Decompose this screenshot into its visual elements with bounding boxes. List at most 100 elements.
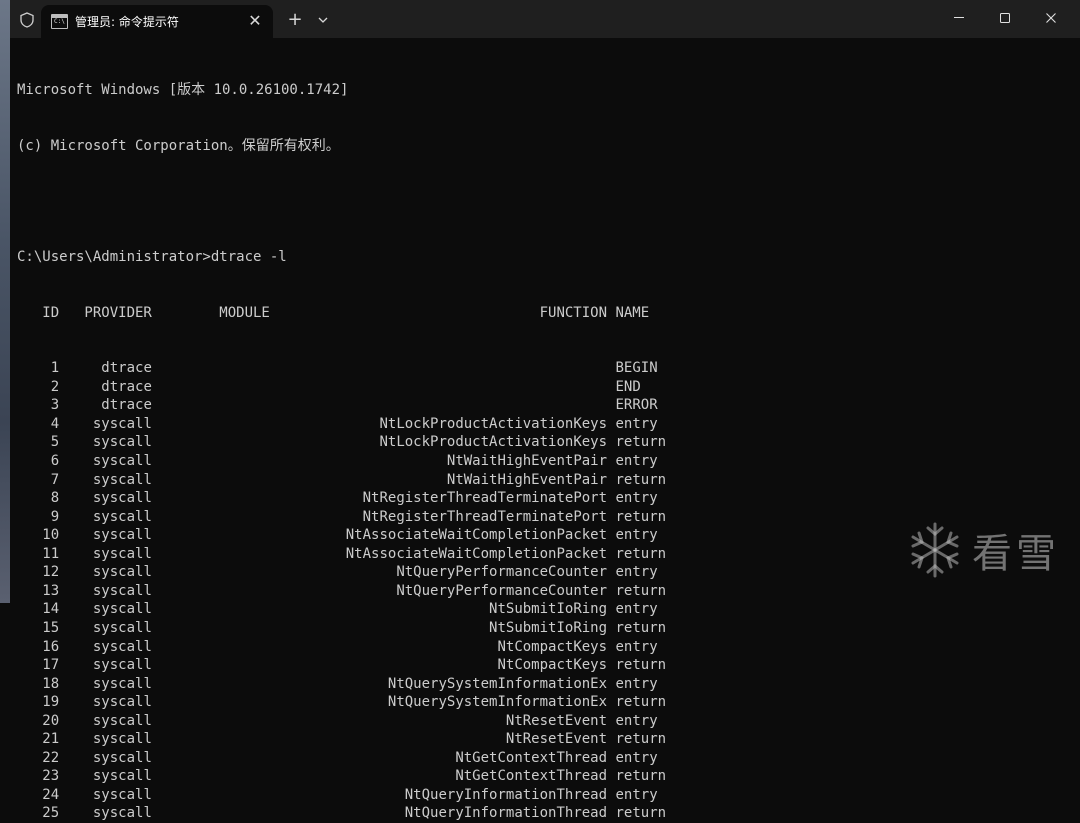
- probe-function: NtLockProductActivationKeys: [328, 434, 608, 451]
- probe-module: [152, 750, 329, 766]
- probe-name: return: [607, 434, 667, 451]
- probe-module: [152, 453, 329, 469]
- probe-module: [152, 731, 329, 747]
- command: dtrace -l: [210, 249, 287, 266]
- probe-provider: syscall: [59, 768, 152, 785]
- table-row: 7 syscall NtWaitHighEventPair return: [17, 471, 666, 490]
- probe-provider: syscall: [59, 712, 152, 729]
- probe-provider: syscall: [59, 545, 152, 562]
- probe-name: entry: [607, 453, 658, 470]
- probe-module: [152, 564, 329, 580]
- probe-module: [152, 694, 329, 710]
- probe-function: NtQueryPerformanceCounter: [328, 564, 608, 581]
- probe-id: 19: [17, 694, 60, 711]
- probe-provider: syscall: [59, 582, 152, 599]
- watermark: 看雪: [908, 519, 1078, 581]
- probe-id: 17: [17, 657, 60, 674]
- probe-provider: dtrace: [59, 378, 152, 395]
- probe-function: NtQuerySystemInformationEx: [328, 694, 608, 711]
- prompt: C:\Users\Administrator>: [17, 249, 211, 266]
- table-row: 20 syscall NtResetEvent entry: [17, 712, 666, 731]
- command-line: C:\Users\Administrator>dtrace -l: [17, 248, 666, 267]
- console-output[interactable]: Microsoft Windows [版本 10.0.26100.1742] (…: [17, 44, 666, 821]
- table-row: 14 syscall NtSubmitIoRing entry: [17, 600, 666, 619]
- probe-provider: syscall: [59, 508, 152, 525]
- probe-provider: dtrace: [59, 397, 152, 414]
- new-tab-button[interactable]: +: [284, 9, 306, 31]
- table-row: 18 syscall NtQuerySystemInformationEx en…: [17, 675, 666, 694]
- table-row: 16 syscall NtCompactKeys entry: [17, 638, 666, 657]
- probe-function: NtQuerySystemInformationEx: [328, 675, 608, 692]
- probe-name: entry: [607, 638, 658, 655]
- probe-name: entry: [607, 675, 658, 692]
- table-row: 3 dtrace ERROR: [17, 396, 666, 415]
- probe-module: [152, 805, 329, 821]
- probe-function: NtRegisterThreadTerminatePort: [328, 490, 608, 507]
- probe-provider: dtrace: [59, 360, 152, 377]
- table-row: 19 syscall NtQuerySystemInformationEx re…: [17, 693, 666, 712]
- probe-provider: syscall: [59, 657, 152, 674]
- close-tab-button[interactable]: ✕: [245, 11, 265, 31]
- probe-function: NtAssociateWaitCompletionPacket: [328, 527, 608, 544]
- probe-id: 4: [17, 415, 60, 432]
- close-window-button[interactable]: [1028, 0, 1074, 36]
- probe-provider: syscall: [59, 415, 152, 432]
- banner-line: Microsoft Windows [版本 10.0.26100.1742]: [17, 82, 349, 99]
- probe-provider: syscall: [59, 471, 152, 488]
- probe-name: ERROR: [607, 397, 658, 414]
- table-row: 1 dtrace BEGIN: [17, 359, 666, 378]
- probe-function: NtResetEvent: [328, 731, 608, 748]
- probe-function: NtLockProductActivationKeys: [328, 415, 608, 432]
- close-icon: [1046, 13, 1056, 23]
- probe-module: [152, 546, 329, 562]
- probe-id: 13: [17, 582, 60, 599]
- probe-provider: syscall: [59, 638, 152, 655]
- probe-name: return: [607, 657, 667, 674]
- probe-module: [152, 360, 329, 376]
- tab-command-prompt[interactable]: C:\ 管理员: 命令提示符 ✕: [41, 5, 273, 38]
- maximize-button[interactable]: [982, 0, 1028, 36]
- cmd-icon: C:\: [51, 14, 68, 29]
- tab-title: 管理员: 命令提示符: [75, 15, 179, 29]
- probe-module: [152, 490, 329, 506]
- probe-function: NtQueryInformationThread: [328, 786, 608, 803]
- probe-name: return: [607, 508, 667, 525]
- probe-provider: syscall: [59, 731, 152, 748]
- probe-module: [152, 379, 329, 395]
- probe-id: 22: [17, 749, 60, 766]
- probe-module: [152, 397, 329, 413]
- probe-function: NtQueryInformationThread: [328, 805, 608, 822]
- probe-id: 25: [17, 805, 60, 822]
- probe-module: [152, 620, 329, 636]
- probe-id: 24: [17, 786, 60, 803]
- probe-name: return: [607, 694, 667, 711]
- probe-provider: syscall: [59, 453, 152, 470]
- desktop-background: [0, 0, 10, 603]
- table-row: 6 syscall NtWaitHighEventPair entry: [17, 452, 666, 471]
- probe-id: 5: [17, 434, 60, 451]
- probe-id: 20: [17, 712, 60, 729]
- probe-provider: syscall: [59, 601, 152, 618]
- probe-provider: syscall: [59, 527, 152, 544]
- table-header: ID PROVIDER MODULE FUNCTION NAME: [17, 304, 650, 321]
- probe-name: entry: [607, 786, 658, 803]
- probe-provider: syscall: [59, 564, 152, 581]
- probe-function: NtGetContextThread: [328, 749, 608, 766]
- table-row: 23 syscall NtGetContextThread return: [17, 767, 666, 786]
- minimize-button[interactable]: [936, 0, 982, 36]
- chevron-down-icon[interactable]: [312, 9, 334, 31]
- probe-id: 2: [17, 378, 60, 395]
- shield-icon[interactable]: [18, 11, 36, 29]
- snowflake-icon: [911, 522, 959, 578]
- probe-function: NtQueryPerformanceCounter: [328, 582, 608, 599]
- probe-module: [152, 583, 329, 599]
- probe-name: entry: [607, 749, 658, 766]
- probe-name: return: [607, 619, 667, 636]
- probe-module: [152, 434, 329, 450]
- probe-id: 11: [17, 545, 60, 562]
- probe-module: [152, 416, 329, 432]
- probe-id: 8: [17, 490, 60, 507]
- table-row: 9 syscall NtRegisterThreadTerminatePort …: [17, 508, 666, 527]
- table-row: 25 syscall NtQueryInformationThread retu…: [17, 804, 666, 823]
- probe-id: 12: [17, 564, 60, 581]
